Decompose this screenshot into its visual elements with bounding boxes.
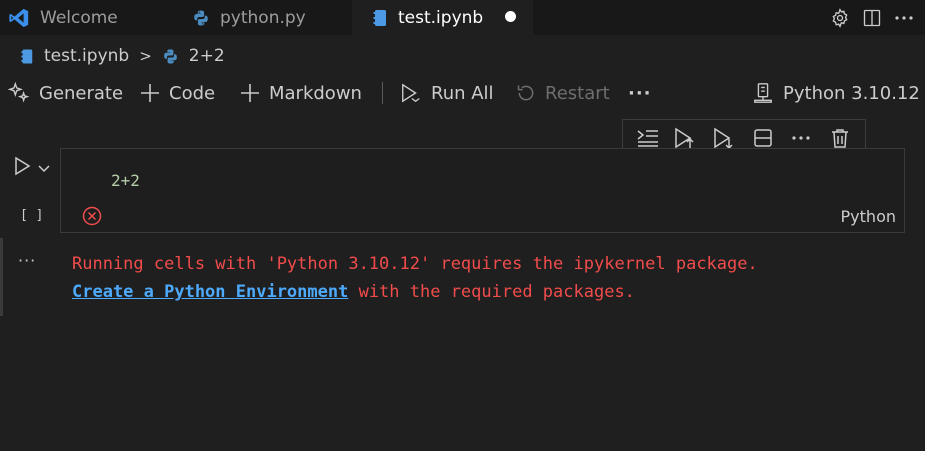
- run-all-button[interactable]: Run All: [400, 80, 494, 106]
- kernel-picker[interactable]: Python 3.10.12: [752, 80, 920, 106]
- unsaved-dot-icon[interactable]: [505, 11, 516, 22]
- run-all-icon: [400, 82, 422, 104]
- cell-language-label[interactable]: Python: [841, 207, 896, 226]
- tab-welcome[interactable]: Welcome: [0, 0, 172, 35]
- breadcrumb-file[interactable]: test.ipynb: [44, 46, 129, 66]
- add-code-cell-button[interactable]: Code: [140, 80, 215, 106]
- error-message: Running cells with 'Python 3.10.12' requ…: [72, 254, 758, 274]
- error-status-icon: [82, 206, 102, 226]
- kernel-icon: [752, 82, 774, 104]
- generate-label: Generate: [39, 82, 124, 104]
- more-icon[interactable]: [891, 5, 917, 31]
- generate-button[interactable]: Generate: [8, 80, 123, 106]
- plus-icon: [140, 83, 160, 103]
- run-all-label: Run All: [431, 82, 494, 104]
- plus-icon: [240, 83, 260, 103]
- tab-label: python.py: [220, 7, 306, 28]
- markdown-label: Markdown: [269, 82, 362, 104]
- editor-actions: [827, 0, 917, 35]
- python-icon: [192, 9, 210, 27]
- toolbar-divider: [382, 82, 383, 104]
- tab-label: Welcome: [40, 7, 118, 28]
- notebook-toolbar: Generate Code Markdown Run All Restart ·…: [0, 80, 925, 106]
- notebook-icon: [372, 9, 388, 27]
- output-collapse-bar[interactable]: [0, 238, 3, 316]
- split-editor-icon[interactable]: [859, 5, 885, 31]
- restart-icon: [516, 83, 536, 103]
- create-environment-link[interactable]: Create a Python Environment: [72, 282, 348, 302]
- breadcrumb-separator: >: [139, 47, 152, 65]
- code-cell-editor[interactable]: 2+2 Python: [60, 148, 905, 233]
- tab-bar: Welcome python.py test.ipynb: [0, 0, 925, 35]
- kernel-label: Python 3.10.12: [783, 82, 920, 104]
- chevron-down-icon[interactable]: [38, 159, 50, 178]
- tab-python-py[interactable]: python.py: [172, 0, 352, 35]
- add-markdown-cell-button[interactable]: Markdown: [240, 80, 362, 106]
- more-icon: ···: [628, 82, 652, 104]
- output-more-icon[interactable]: ···: [18, 251, 36, 270]
- code-label: Code: [169, 82, 216, 104]
- toolbar-more-button[interactable]: ···: [628, 80, 652, 106]
- error-message-rest: with the required packages.: [348, 282, 635, 302]
- code-line[interactable]: 2+2: [111, 171, 140, 190]
- restart-label: Restart: [545, 82, 610, 104]
- tab-label: test.ipynb: [398, 7, 484, 28]
- python-icon: [162, 48, 179, 65]
- cell-run-controls: [12, 156, 50, 180]
- tab-test-ipynb[interactable]: test.ipynb: [352, 0, 533, 35]
- run-cell-icon[interactable]: [12, 156, 32, 180]
- execution-count: [ ]: [20, 208, 44, 223]
- restart-button[interactable]: Restart: [516, 80, 610, 106]
- breadcrumb-symbol[interactable]: 2+2: [189, 46, 225, 66]
- notebook-icon: [20, 48, 34, 65]
- vscode-logo-icon: [8, 7, 30, 29]
- sparkle-icon: [8, 82, 30, 104]
- breadcrumb: test.ipynb > 2+2: [20, 44, 225, 68]
- gear-icon[interactable]: [827, 5, 853, 31]
- cell-output: Running cells with 'Python 3.10.12' requ…: [72, 250, 758, 306]
